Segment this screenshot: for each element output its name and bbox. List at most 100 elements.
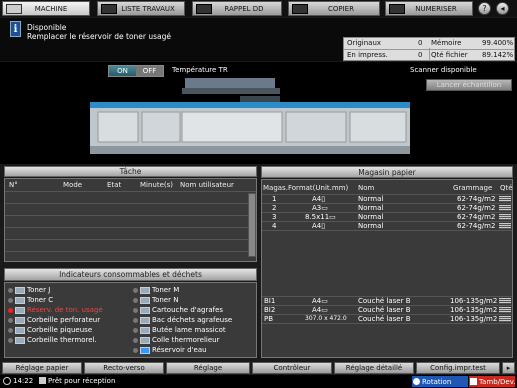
toggle-off[interactable]: OFF (136, 66, 163, 76)
col-header-mode: Mode (63, 181, 83, 189)
water-tank-label: Réservoir d'eau (152, 346, 207, 354)
row-line (5, 239, 256, 240)
scanner-status: Scanner disponible (410, 66, 477, 74)
consumable-toner-k[interactable]: Toner N (133, 296, 178, 304)
consumable-toner-c[interactable]: Toner C (8, 296, 53, 304)
stapler-bin-label: Corbeille piqueuse (27, 326, 93, 334)
consumable-toner-m[interactable]: Toner M (133, 286, 179, 294)
status-dot (133, 347, 138, 353)
tray-4-number: 4 (272, 222, 277, 230)
tab-copy[interactable]: COPIER (288, 1, 380, 16)
rotation-indicator[interactable]: Rotation (412, 376, 468, 387)
paper-setting-button[interactable]: Réglage papier (2, 362, 82, 374)
toggle-on[interactable]: ON (109, 66, 136, 76)
tab-scan[interactable]: NUMERISER (385, 1, 473, 16)
toner-icon (15, 286, 25, 294)
machine-icon (6, 4, 22, 14)
next-page-button[interactable]: ▸ (502, 362, 515, 374)
toner-icon (140, 286, 150, 294)
status-dot (133, 297, 138, 303)
status-dot (8, 317, 13, 323)
tab-machine[interactable]: MACHINE (2, 1, 90, 16)
consumable-binder-glue[interactable]: Colle thermorelieur (133, 336, 219, 344)
tray-1-level-icon (499, 196, 511, 202)
staple-waste-label: Bac déchets agrafeuse (152, 316, 233, 324)
row-line (262, 323, 512, 324)
glue-icon (140, 336, 150, 344)
consumable-staple-cartridge[interactable]: Cartouche d'agrafes (133, 306, 223, 314)
staple-cartridge-label: Cartouche d'agrafes (152, 306, 224, 314)
file-qty-label: Qté fichier (431, 51, 468, 59)
punch-bin-icon (15, 316, 25, 324)
test-print-config-button[interactable]: Config.impr.test (416, 362, 500, 374)
row-line (5, 203, 256, 204)
status-dot (133, 307, 138, 313)
consumable-binder-bin[interactable]: Corbeille thermorel. (8, 336, 97, 344)
paper-panel-title: Magasin papier (261, 166, 513, 178)
file-qty-value: 89.142% (482, 51, 514, 59)
printing-value: 0 (418, 51, 423, 59)
tray-3-size: 8.5x11▭ (305, 213, 336, 221)
status-dot (8, 327, 13, 333)
volume-button[interactable]: ◂ (496, 2, 509, 15)
tray-pb-weight: 106-135g/m2 (450, 315, 498, 323)
consumable-stapler-bin[interactable]: Corbeille piqueuse (8, 326, 92, 334)
consumable-trimmer-stopper[interactable]: Butée lame massicot (133, 326, 226, 334)
sample-start-button[interactable]: Lancer échantillon (426, 79, 512, 91)
toner-icon (140, 296, 150, 304)
temperature-label: Température TR (172, 66, 228, 74)
tab-job-list-label: LISTE TRAVAUX (121, 4, 175, 13)
tab-hdd-recall[interactable]: RAPPEL DD (192, 1, 282, 16)
job-list-icon (101, 4, 117, 14)
counter-divider (429, 48, 430, 61)
toner-y-label: Toner J (27, 286, 51, 294)
alert-dot (8, 307, 13, 313)
staple-waste-icon (140, 316, 150, 324)
consumable-toner-y[interactable]: Toner J (8, 286, 50, 294)
detailed-adjustment-button[interactable]: Réglage détaillé (334, 362, 414, 374)
tray-1-number: 1 (272, 195, 277, 203)
tray-bi1-number: BI1 (264, 297, 276, 305)
tray-bi2-size: A4▭ (312, 306, 328, 314)
trimmer-icon (140, 326, 150, 334)
tray-pb-size: 307.0 x 472.0 (305, 315, 347, 322)
col-header-weight: Grammage (453, 184, 493, 192)
task-list: N° Mode Etat Minute(s) Nom utilisateur (4, 178, 257, 262)
help-button[interactable]: ? (478, 2, 491, 15)
consumable-staple-waste[interactable]: Bac déchets agrafeuse (133, 316, 232, 324)
col-header-qty: Qté (500, 184, 513, 192)
consumable-punch-bin[interactable]: Corbeille perforateur (8, 316, 100, 324)
receive-icon (39, 377, 46, 384)
scanner-unit-shape (185, 78, 275, 88)
controller-button[interactable]: Contrôleur (252, 362, 332, 374)
status-title: Disponible (27, 23, 67, 32)
rotation-icon (413, 378, 420, 385)
main-engine-unit (181, 111, 283, 143)
adjustment-button[interactable]: Réglage (166, 362, 250, 374)
paper-feed-unit (285, 111, 347, 143)
status-dot (133, 337, 138, 343)
status-dot (8, 337, 13, 343)
tray-bi1-weight: 106-135g/m2 (450, 297, 498, 305)
tray-3-weight: 62-74g/m2 (457, 213, 496, 221)
large-capacity-unit (349, 111, 407, 143)
memory-label: Mémoire (431, 39, 462, 47)
tab-job-list[interactable]: LISTE TRAVAUX (97, 1, 185, 16)
scan-icon (389, 4, 405, 14)
tamb-dev-label: Tamb/Dev. (479, 377, 516, 386)
col-header-tray: Magas. (263, 184, 288, 192)
waste-toner-icon (15, 306, 25, 314)
task-scrollbar[interactable] (248, 193, 256, 257)
clock-icon (3, 377, 11, 385)
task-panel-title: Tâche (4, 166, 257, 177)
status-dot (133, 287, 138, 293)
arrow-right-icon: ▸ (506, 364, 511, 372)
col-header-size: Format(Unit.mm) (288, 184, 349, 192)
consumable-waste-toner[interactable]: Réserv. de ton. usagé (8, 306, 103, 314)
consumable-water-tank[interactable]: Réservoir d'eau (133, 346, 207, 354)
col-header-user: Nom utilisateur (180, 181, 234, 189)
duplex-button[interactable]: Recto-verso (84, 362, 164, 374)
col-header-state: Etat (107, 181, 122, 189)
originals-label: Originaux (347, 39, 382, 47)
col-header-minutes: Minute(s) (140, 181, 174, 189)
